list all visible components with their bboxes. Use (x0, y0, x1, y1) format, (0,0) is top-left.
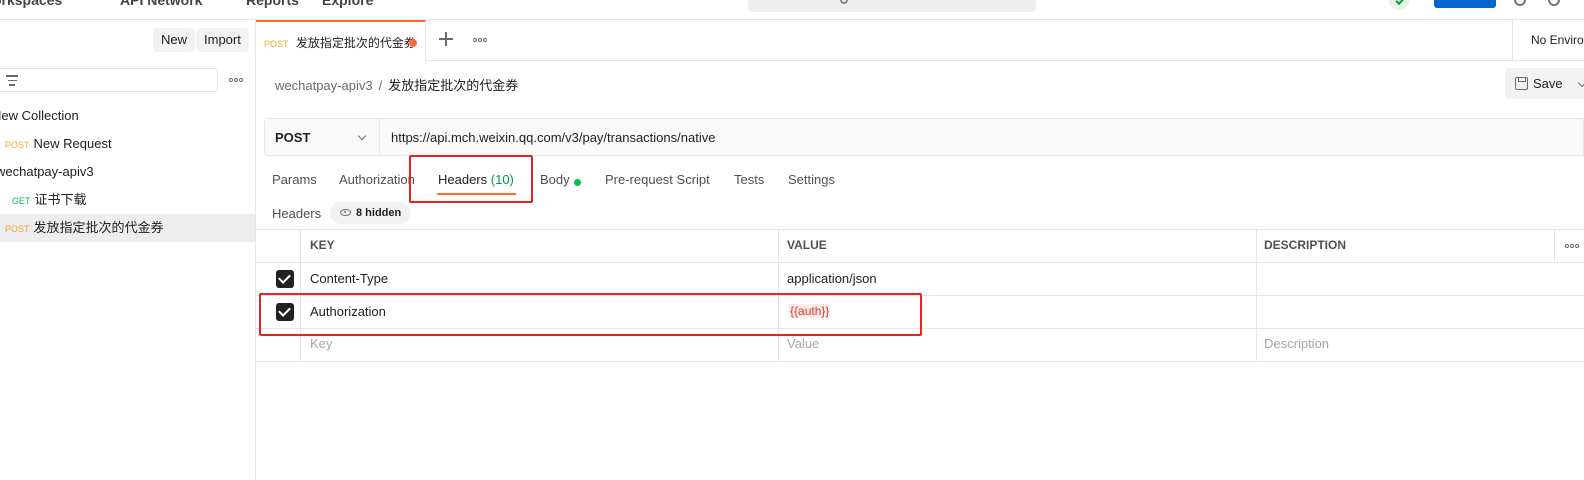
column-header-value: VALUE (787, 238, 827, 252)
tree-item-label: 证书下载 (34, 192, 87, 207)
nav-api-network[interactable]: API Network (120, 0, 202, 8)
breadcrumb-separator: / (378, 78, 383, 93)
highlight-box-headers-tab (409, 155, 533, 203)
request-issue-coupon[interactable]: POST 发放指定批次的代金券 (0, 214, 255, 242)
new-key-input[interactable]: Key (310, 336, 332, 351)
nav-explore[interactable]: Explore (322, 0, 373, 8)
request-cert-download[interactable]: GET 证书下载 (0, 186, 255, 214)
environment-selector[interactable]: No Environment (1512, 20, 1584, 61)
filter-icon (6, 75, 18, 86)
header-value-cell[interactable]: application/json (787, 271, 877, 286)
request-tab-bar: POST 发放指定批次的代金券 No Environment (256, 20, 1584, 61)
save-button[interactable]: Save (1505, 68, 1584, 99)
tab-params[interactable]: Params (272, 172, 317, 187)
new-value-input[interactable]: Value (787, 336, 819, 351)
search-icon (840, 0, 848, 4)
column-header-description: DESCRIPTION (1264, 238, 1347, 252)
tab-method-badge: POST (264, 39, 289, 49)
request-new-request[interactable]: POST New Request (0, 130, 255, 158)
tab-options-icon[interactable] (473, 38, 487, 42)
environment-label: No Environment (1531, 33, 1584, 47)
chevron-down-icon (357, 131, 367, 141)
sidebar-filter-input[interactable] (0, 68, 218, 92)
save-label: Save (1533, 76, 1563, 91)
breadcrumb-parent[interactable]: wechatpay-apiv3 (275, 78, 373, 93)
collection-wechatpay-apiv3[interactable]: wechatpay-apiv3 (0, 158, 255, 186)
tree-item-label: 发放指定批次的代金券 (33, 220, 164, 235)
headers-section-label: Headers (272, 206, 322, 221)
sidebar: New Import New Collection POST New Reques… (0, 20, 256, 480)
tree-item-label: New Collection (0, 108, 79, 123)
hidden-headers-toggle[interactable]: 8 hidden (330, 202, 412, 224)
sidebar-more-icon[interactable] (229, 78, 243, 82)
tree-item-label: wechatpay-apiv3 (0, 164, 94, 179)
new-button[interactable]: New (153, 28, 196, 52)
breadcrumb: wechatpay-apiv3 / 发放指定批次的代金券 (275, 75, 518, 94)
new-tab-plus-icon[interactable] (439, 32, 453, 46)
tab-pre-request-script[interactable]: Pre-request Script (605, 172, 710, 187)
unsaved-indicator (409, 39, 417, 47)
method-select[interactable]: POST (264, 118, 380, 156)
tab-tests[interactable]: Tests (734, 172, 764, 187)
eye-icon (340, 209, 351, 216)
settings-gear-icon[interactable] (1548, 0, 1560, 6)
new-description-input[interactable]: Description (1264, 336, 1329, 351)
column-header-key: KEY (310, 238, 335, 252)
tab-authorization[interactable]: Authorization (339, 172, 415, 187)
breadcrumb-current[interactable]: 发放指定批次的代金券 (388, 78, 518, 93)
tab-body[interactable]: Body (540, 172, 570, 187)
method-select-value: POST (275, 130, 311, 145)
url-value: https://api.mch.weixin.qq.com/v3/pay/tra… (391, 130, 716, 145)
tab-issue-coupon[interactable]: POST 发放指定批次的代金券 (256, 20, 426, 61)
notification-icon[interactable] (1514, 0, 1526, 6)
top-bar: Workspaces API Network Reports Explore (0, 0, 1584, 20)
nav-reports[interactable]: Reports (246, 0, 299, 8)
tab-title: 发放指定批次的代金券 (295, 36, 416, 50)
import-button[interactable]: Import (196, 28, 249, 52)
tab-settings[interactable]: Settings (788, 172, 835, 187)
method-badge: POST (5, 224, 30, 234)
nav-workspaces[interactable]: Workspaces (0, 0, 62, 8)
method-badge: GET (12, 196, 31, 206)
tree-item-label: New Request (33, 136, 112, 151)
sync-status-icon[interactable] (1389, 0, 1409, 10)
upgrade-button[interactable] (1434, 0, 1496, 8)
collection-new-collection[interactable]: New Collection (0, 102, 255, 130)
method-badge: POST (5, 140, 30, 150)
body-indicator-dot (574, 179, 581, 186)
table-options-icon[interactable] (1565, 244, 1579, 248)
highlight-box-authorization-row (259, 293, 922, 336)
global-search-input[interactable] (748, 0, 1036, 12)
url-input[interactable]: https://api.mch.weixin.qq.com/v3/pay/tra… (380, 118, 1584, 156)
save-icon (1515, 77, 1528, 90)
hidden-headers-count: 8 hidden (356, 207, 402, 219)
row-checkbox-content-type[interactable] (276, 270, 294, 288)
header-key-cell[interactable]: Content-Type (310, 271, 388, 286)
